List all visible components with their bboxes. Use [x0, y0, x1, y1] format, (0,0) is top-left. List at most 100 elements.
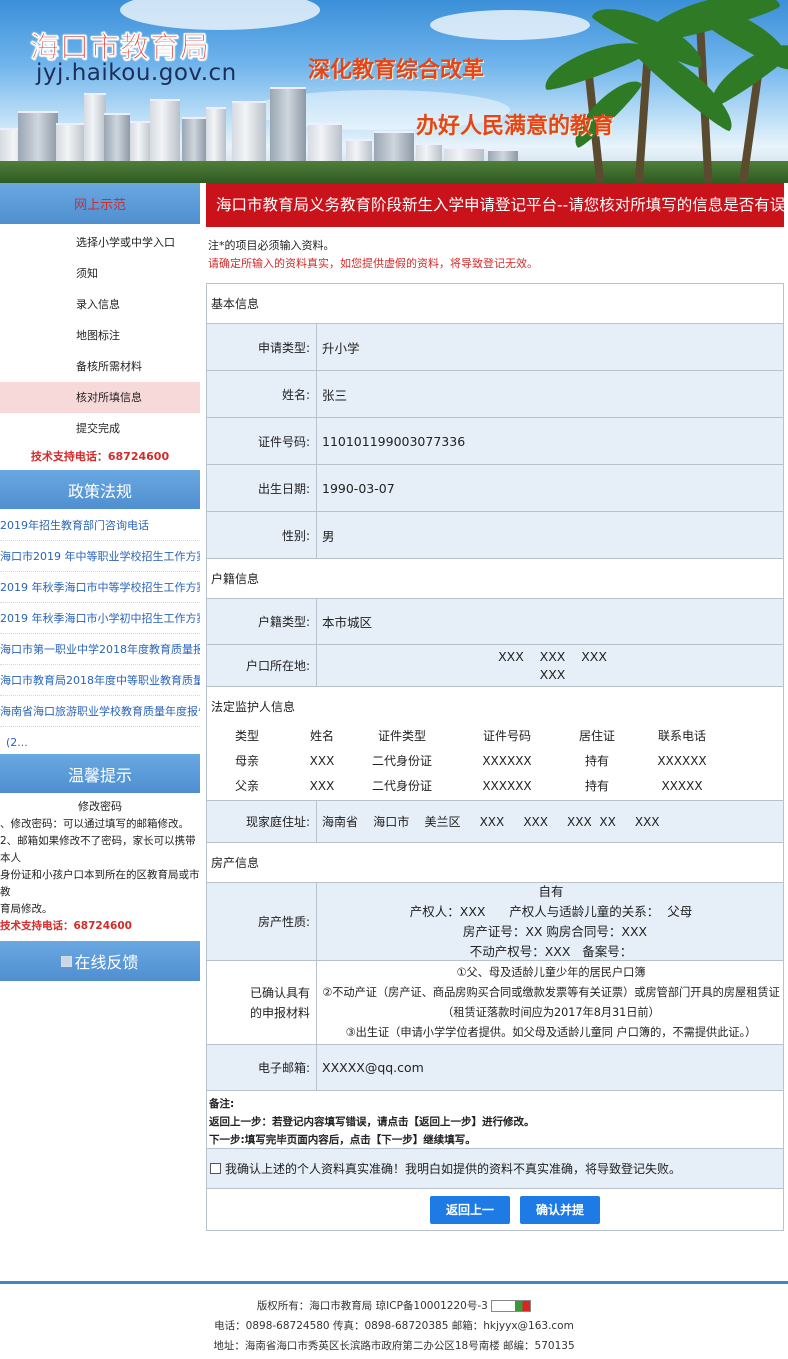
row-address: 现家庭住址: 海南省 海口市 美兰区 XXX XXX XXX XX XXX: [207, 801, 783, 843]
cell: XXXXXX: [482, 778, 532, 793]
col-idtype: 证件类型: [377, 729, 426, 743]
policy-list: 2019年招生教育部门咨询电话 海口市2019 年中等职业学校招生工作方案...…: [0, 510, 200, 758]
cell: 二代身份证: [371, 779, 432, 793]
value-sex: 男: [322, 528, 335, 544]
material-line: （租赁证落款时间应为2017年8月31日前）: [442, 1005, 660, 1019]
label-sex: 性别:: [207, 512, 317, 558]
section-basic: 基本信息: [207, 284, 783, 324]
image-icon: [61, 955, 73, 967]
label-address: 现家庭住址:: [207, 801, 317, 842]
slogan-1: 深化教育综合改革: [308, 57, 485, 83]
row-name: 姓名: 张三: [207, 371, 783, 418]
slogan-2: 办好人民满意的教育: [416, 113, 615, 139]
col-idno: 证件号码: [482, 729, 531, 743]
tip-title: 修改密码: [78, 800, 122, 813]
policy-link[interactable]: 2019年招生教育部门咨询电话: [0, 510, 200, 541]
hukou-line: XXX: [539, 666, 566, 682]
cell: XXXXX: [661, 778, 703, 793]
nav-step-7[interactable]: 提交完成: [0, 413, 200, 444]
material-line: ③出生证（申请小学学位者提供。如父母及适龄儿童同 户口簿的，不需提供此证。）: [345, 1025, 757, 1039]
sidebar-section-policy: 政策法规: [0, 470, 200, 510]
tip-line: 育局修改。: [0, 903, 53, 915]
tech-support-phone: 技术支持电话：68724600: [30, 450, 170, 463]
nav-step-3[interactable]: 录入信息: [0, 289, 200, 320]
cell: XXX: [309, 753, 335, 768]
tip-line: 身份证和小孩户口本到所在的区教育局或市教: [0, 869, 200, 898]
cell: 二代身份证: [371, 754, 432, 768]
cell: XXX: [309, 778, 335, 793]
guardian-header: 类型 姓名 证件类型 证件号码 居住证 联系电话: [207, 723, 783, 748]
value-email: XXXXX@qq.com: [322, 1060, 424, 1075]
sidebar-section-tips: 温馨提示: [0, 754, 200, 794]
footer-address: 地址：海南省海口市秀英区长滨路市政府第二办公区18号南楼 邮编：570135: [213, 1340, 575, 1352]
policy-link[interactable]: 海口市2019 年中等职业学校招生工作方案...: [0, 541, 200, 572]
sidebar-section-online: 网上示范: [0, 183, 200, 225]
tech-support-phone-2: 技术支持电话：68724600: [0, 920, 132, 932]
label-property: 房产性质:: [207, 883, 317, 960]
value-dob: 1990-03-07: [322, 480, 395, 496]
value-property: 自有 产权人：XXX 产权人与适龄儿童的关系： 父母 房产证号：XX 购房合同号…: [317, 883, 783, 960]
footer-copyright: 版权所有：海口市教育局 琼ICP备10001220号-3: [256, 1300, 488, 1312]
label-line: 已确认具有: [249, 985, 310, 1000]
material-line: ②不动产证（房产证、商品房购买合同或缴款发票等有关证票）或房管部门开具的房屋租赁…: [322, 985, 780, 999]
tip-line: 2、邮箱如果修改不了密码，家长可以携带本人: [0, 835, 196, 864]
property-line: 产权人：XXX 产权人与适龄儿童的关系： 父母: [409, 903, 693, 919]
property-line: 房产证号：XX 购房合同号：XXX: [454, 923, 648, 939]
row-huji-type: 户籍类型: 本市城区: [207, 599, 783, 645]
policy-link[interactable]: 海南省海口旅游职业学校教育质量年度报告: [0, 696, 200, 727]
header-banner: 海口市教育局 jyj.haikou.gov.cn 深化教育综合改革 办好人民满意…: [0, 0, 788, 183]
sidebar: 网上示范 选择小学或中学入口 须知 录入信息 地图标注 备核所需材料 核对所填信…: [0, 183, 200, 981]
action-buttons: 返回上一步 确认并提交: [206, 1189, 784, 1245]
nav-step-5[interactable]: 备核所需材料: [0, 351, 200, 382]
label-line: 的申报材料: [249, 1005, 310, 1020]
policy-link[interactable]: 海口市第一职业中学2018年度教育质量报告...: [0, 634, 200, 665]
nav-step-4[interactable]: 地图标注: [0, 320, 200, 351]
property-line: 不动产权号：XXX 备案号：: [469, 943, 633, 959]
guardian-table: 类型 姓名 证件类型 证件号码 居住证 联系电话 母亲 XXX 二代身份证 XX…: [207, 721, 783, 801]
note-warning: 请确定所输入的资料真实，如您提供虚假的资料，将导致登记无效。: [208, 257, 538, 270]
policy-link[interactable]: 2019 年秋季海口市中等学校招生工作方案...: [0, 572, 200, 603]
section-huji: 户籍信息: [207, 559, 783, 599]
property-line: 自有: [538, 883, 564, 899]
confirm-row: 我确认上述的个人资料真实准确！我明白如提供的资料不真实准确，将导致登记失败。: [207, 1149, 783, 1189]
remark-line: 返回上一步：若登记内容填写错误，请点击【返回上一步】进行修改。: [209, 1116, 535, 1128]
cnzz-badge-icon[interactable]: [491, 1300, 532, 1312]
nav-step-1[interactable]: 选择小学或中学入口: [0, 227, 200, 258]
nav-step-6[interactable]: 核对所填信息: [0, 382, 200, 413]
value-hukou: XXX XXX XXX XXX: [317, 645, 783, 686]
value-materials: ①父、母及适龄儿童少年的居民户口簿 ②不动产证（房产证、商品房购买合同或缴款发票…: [317, 961, 783, 1044]
row-app-type: 申请类型: 升小学: [207, 324, 783, 371]
tip-line: 、修改密码：可以通过填写的邮箱修改。: [0, 818, 189, 830]
value-id: 110101199003077336: [322, 433, 466, 449]
label-hukou: 户口所在地:: [207, 645, 317, 686]
policy-link[interactable]: 海口市教育局2018年度中等职业教育质量年...: [0, 665, 200, 696]
cell: 持有: [584, 779, 609, 793]
col-permit: 居住证: [578, 729, 615, 743]
label-dob: 出生日期:: [207, 465, 317, 511]
tips-text: 、修改密码：可以通过填写的邮箱修改。 2、邮箱如果修改不了密码，家长可以携带本人…: [0, 814, 200, 935]
label-app-type: 申请类型:: [207, 324, 317, 370]
back-button[interactable]: 返回上一步: [430, 1195, 510, 1245]
review-form: 基本信息 申请类型: 升小学 姓名: 张三 证件号码: 110101199003…: [206, 283, 784, 1189]
material-line: ①父、母及适龄儿童少年的居民户口簿: [456, 965, 646, 979]
label-id: 证件号码:: [207, 418, 317, 464]
footer: 版权所有：海口市教育局 琼ICP备10001220号-3 电话：0898-687…: [0, 1296, 788, 1356]
policy-link[interactable]: 2019 年秋季海口市小学初中招生工作方案...: [0, 603, 200, 634]
remarks: 备注: 返回上一步：若登记内容填写错误，请点击【返回上一步】进行修改。 下一步:…: [207, 1091, 783, 1149]
section-guardian: 法定监护人信息: [207, 687, 783, 721]
cell: 父亲: [234, 779, 259, 793]
section-property: 房产信息: [207, 843, 783, 883]
col-name: 姓名: [309, 729, 334, 743]
nav-step-2[interactable]: 须知: [0, 258, 200, 289]
step-nav: 选择小学或中学入口 须知 录入信息 地图标注 备核所需材料 核对所填信息 提交完…: [0, 225, 200, 444]
row-email: 电子邮箱: XXXXX@qq.com: [207, 1045, 783, 1091]
footer-divider: [0, 1281, 788, 1284]
value-address: 海南省 海口市 美兰区 XXX XXX XXX XX XXX: [322, 815, 660, 829]
row-hukou: 户口所在地: XXX XXX XXX XXX: [207, 645, 783, 687]
submit-button[interactable]: 确认并提交: [520, 1195, 600, 1245]
feedback-button[interactable]: 在线反馈: [0, 941, 200, 981]
remark-line: 下一步:填写完毕页面内容后，点击【下一步】继续填写。: [209, 1134, 476, 1146]
page-title: 海口市教育局义务教育阶段新生入学申请登记平台--请您核对所填写的信息是否有误: [206, 183, 784, 227]
cell: XXXXXX: [482, 753, 532, 768]
confirm-checkbox[interactable]: [210, 1163, 221, 1174]
